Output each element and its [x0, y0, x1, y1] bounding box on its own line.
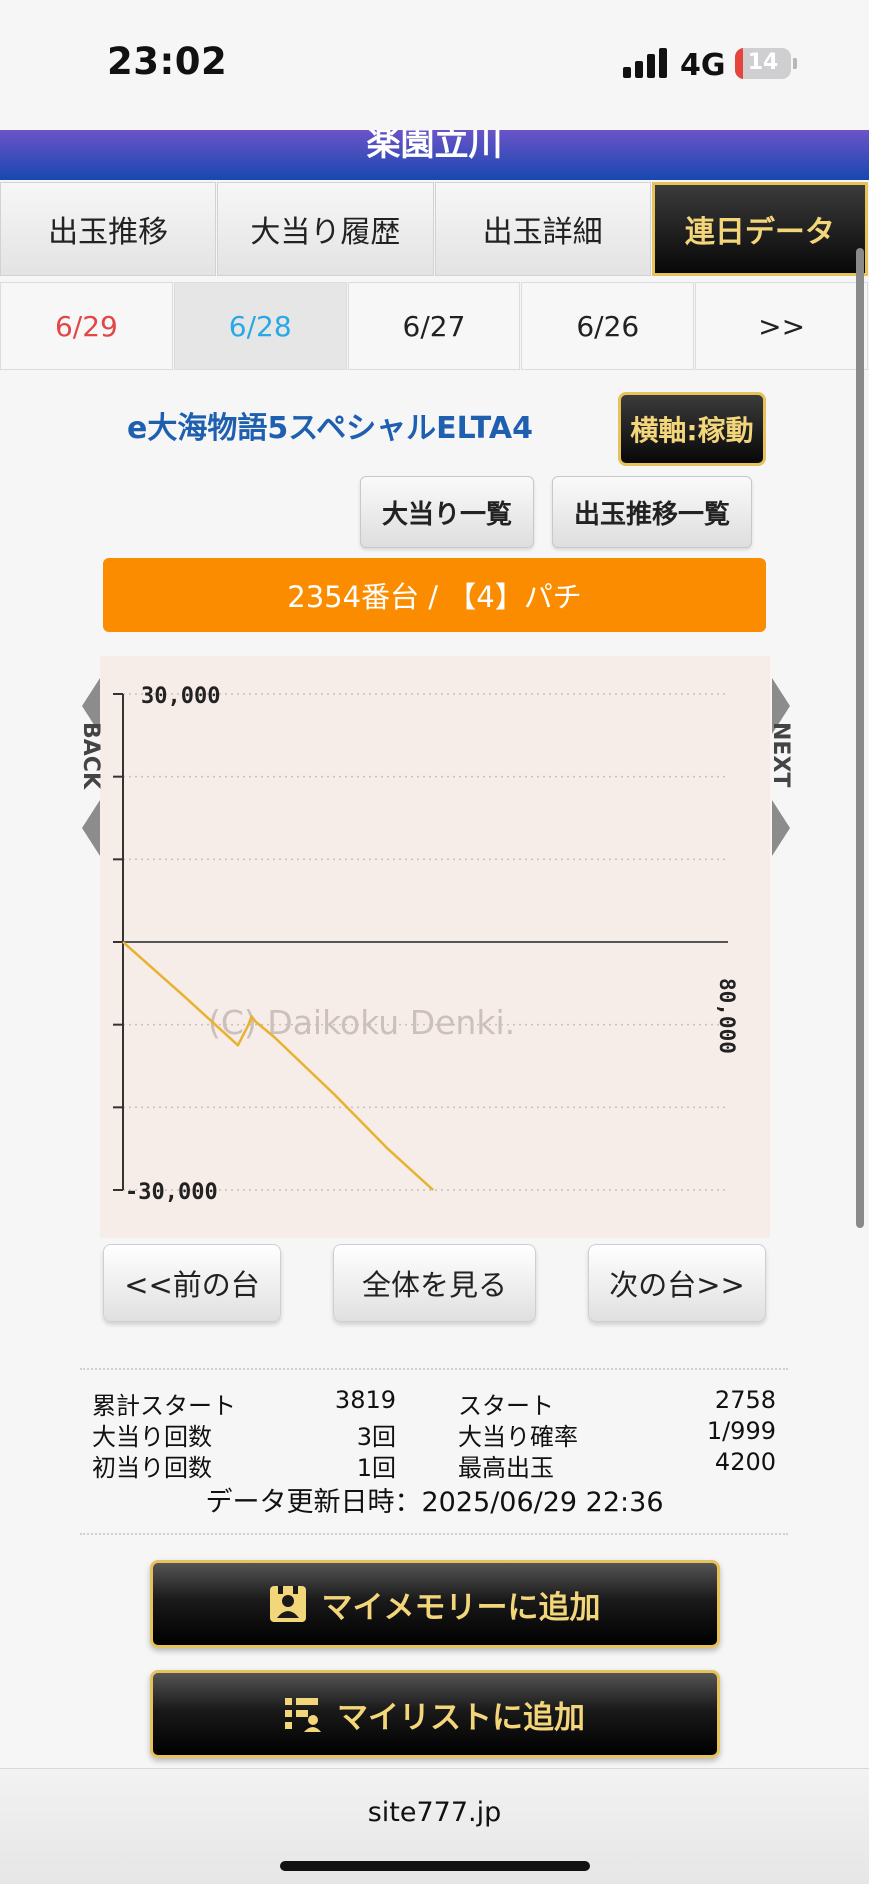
stat-label: 累計スタート	[92, 1392, 236, 1420]
add-to-my-memory-label: マイメモリーに追加	[321, 1589, 601, 1626]
stat-value: 3回	[356, 1423, 396, 1451]
stat-label: 初当り回数	[92, 1454, 212, 1482]
prev-machine-button[interactable]: <<前の台	[103, 1244, 281, 1322]
my-list-icon	[285, 1696, 321, 1732]
add-to-my-list-label: マイリストに追加	[337, 1699, 585, 1736]
stat-value: 3819	[334, 1386, 396, 1414]
divider-bottom	[80, 1533, 788, 1535]
stat-value: 2758	[714, 1386, 776, 1414]
home-indicator[interactable]	[280, 1861, 590, 1871]
battery-level: 14	[747, 50, 779, 75]
cellular-signal-icon	[623, 48, 667, 78]
next-label: NEXT	[768, 722, 793, 788]
stat-value: 4200	[714, 1448, 776, 1476]
stat-value: 1回	[356, 1454, 396, 1482]
status-time: 23:02	[107, 40, 228, 83]
stats-table: 累計スタート 3819 スタート 2758 大当り回数 3回 大当り確率 1/9…	[92, 1386, 776, 1482]
url-text: site777.jp	[367, 1797, 502, 1828]
series-line	[122, 941, 434, 1191]
date-tab-0627[interactable]: 6/27	[347, 282, 521, 370]
date-tab-0628[interactable]: 6/28	[173, 282, 347, 370]
add-to-my-list-button[interactable]: マイリストに追加	[150, 1670, 720, 1758]
payout-chart: 30,000 -30,000 80,000 (C) Daikoku Denki.	[100, 656, 770, 1238]
battery-nub	[793, 58, 797, 69]
battery-icon: 14	[735, 48, 791, 79]
chart-svg: 30,000 -30,000 80,000 (C) Daikoku Denki.	[113, 684, 739, 1205]
machine-name: e大海物語5スペシャルELTA4	[127, 411, 533, 446]
stat-label: 大当り確率	[458, 1423, 578, 1451]
y-tick-label-bottom: -30,000	[125, 1180, 218, 1205]
unit-label-bar: 2354番台 / 【4】パチ	[103, 558, 766, 632]
back-label: BACK	[78, 722, 103, 789]
view-all-button[interactable]: 全体を見る	[333, 1244, 536, 1322]
site-header: 楽園立川	[0, 130, 869, 180]
main-tabs: 出玉推移 大当り履歴 出玉詳細 連日データ	[0, 182, 869, 276]
jackpot-list-button[interactable]: 大当り一覧	[360, 476, 534, 548]
next-machine-button[interactable]: 次の台>>	[588, 1244, 766, 1322]
date-tab-0629[interactable]: 6/29	[0, 282, 173, 370]
network-type: 4G	[680, 48, 726, 83]
payout-list-button[interactable]: 出玉推移一覧	[552, 476, 752, 548]
divider-top	[80, 1368, 788, 1370]
tab-daily-data[interactable]: 連日データ	[651, 182, 869, 276]
status-bar: 23:02 4G 14	[0, 0, 869, 130]
watermark: (C) Daikoku Denki.	[208, 1003, 515, 1042]
axis-toggle-button[interactable]: 横軸:稼動	[618, 392, 766, 466]
scrollbar[interactable]	[856, 248, 864, 1228]
stat-label: 大当り回数	[92, 1423, 212, 1451]
stat-label: スタート	[458, 1392, 554, 1420]
y-tick-label-top: 30,000	[141, 684, 220, 709]
stat-row: 大当り回数 3回 大当り確率 1/999	[92, 1417, 776, 1451]
site-title: 楽園立川	[366, 130, 503, 164]
stat-row: 初当り回数 1回 最高出玉 4200	[92, 1448, 776, 1482]
tab-jackpot-history[interactable]: 大当り履歴	[217, 182, 434, 276]
memory-person-icon	[269, 1586, 306, 1622]
date-tab-0626[interactable]: 6/26	[521, 282, 695, 370]
stat-label: 最高出玉	[458, 1454, 554, 1482]
stat-row: 累計スタート 3819 スタート 2758	[92, 1386, 776, 1420]
update-timestamp: データ更新日時：2025/06/29 22:36	[205, 1487, 664, 1518]
date-selector: 6/29 6/28 6/27 6/26 >>	[0, 282, 869, 370]
x-end-label: 80,000	[715, 978, 739, 1054]
date-next-button[interactable]: >>	[695, 282, 868, 370]
browser-url-bar[interactable]: site777.jp	[0, 1768, 869, 1884]
tab-payout-trend[interactable]: 出玉推移	[0, 182, 217, 276]
stat-value: 1/999	[706, 1417, 776, 1445]
add-to-my-memory-button[interactable]: マイメモリーに追加	[150, 1560, 720, 1648]
tab-payout-detail[interactable]: 出玉詳細	[434, 182, 651, 276]
